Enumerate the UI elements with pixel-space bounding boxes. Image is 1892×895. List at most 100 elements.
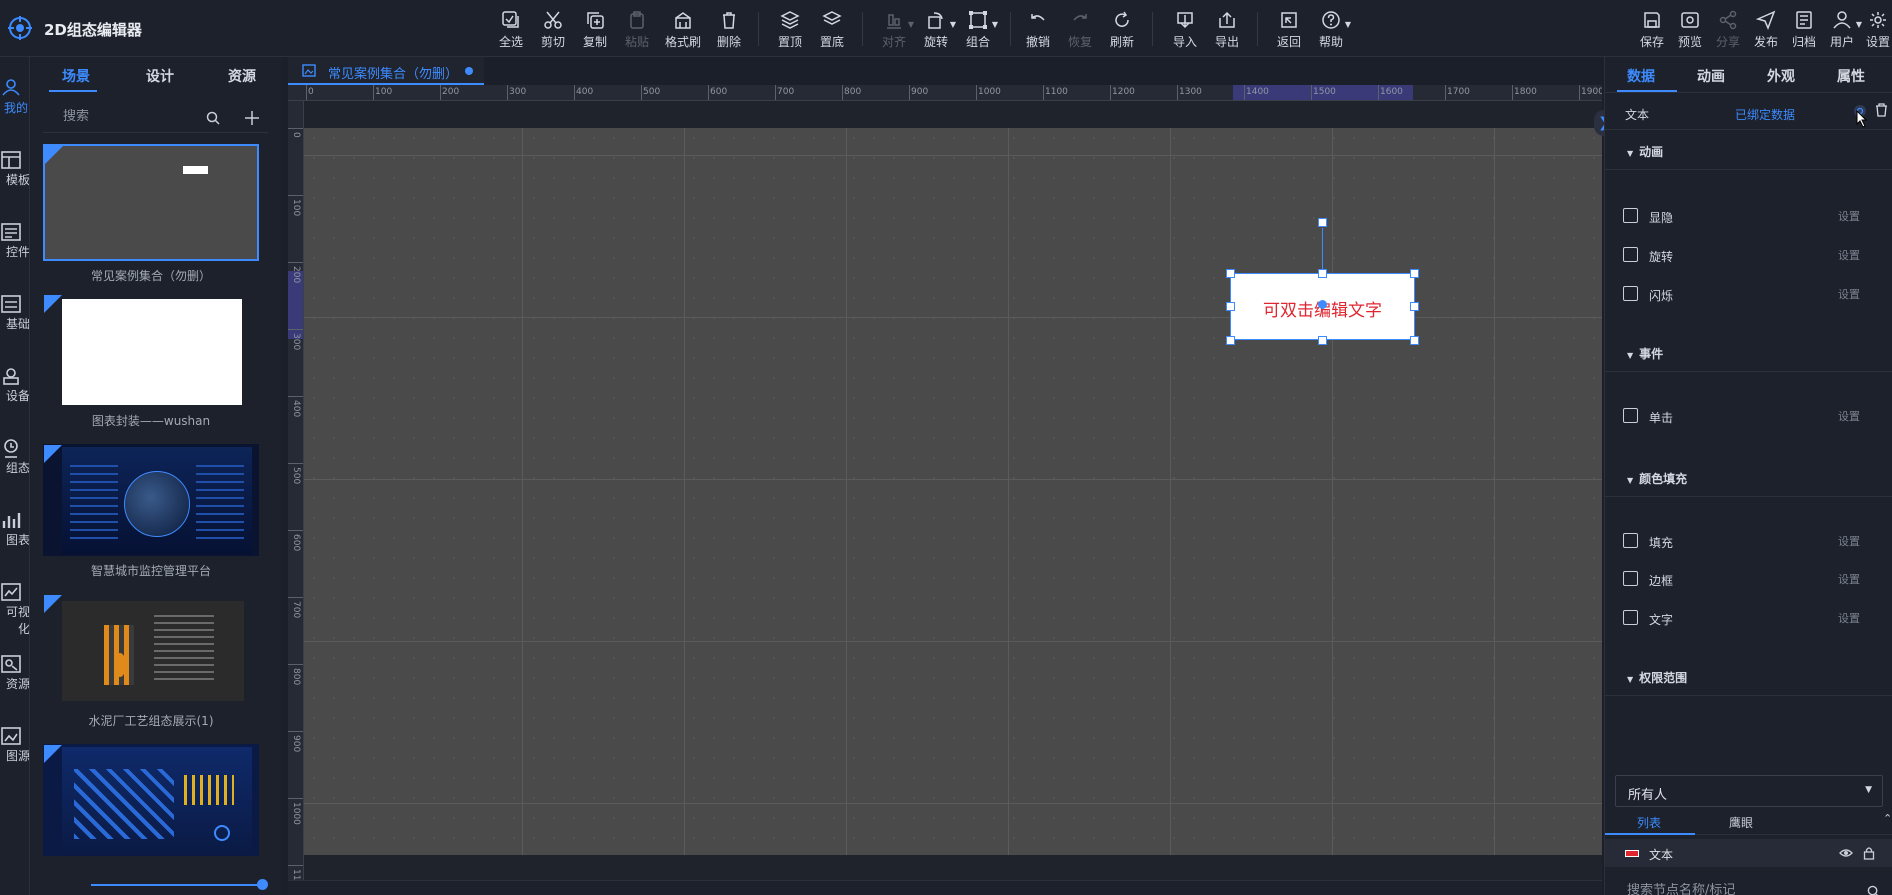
node-search-input[interactable] — [1627, 883, 1857, 895]
permission-select[interactable]: 所有人 ▼ — [1615, 775, 1883, 807]
undo-button[interactable]: 撤销 — [1016, 8, 1060, 52]
settings-button[interactable]: 设置 — [1856, 8, 1892, 52]
resize-handle-nw[interactable] — [1226, 269, 1235, 278]
ruler-tick — [1177, 85, 1178, 100]
set-button[interactable]: 设置 — [1838, 571, 1860, 587]
resize-handle-sw[interactable] — [1226, 336, 1235, 345]
set-button[interactable]: 设置 — [1838, 533, 1860, 549]
checkbox-fill[interactable] — [1623, 533, 1638, 548]
scene-caption: 图表封装——wushan — [91, 414, 211, 428]
document-tab[interactable]: 常见案例集合（勿删） — [288, 57, 484, 85]
export-button[interactable]: 导出 — [1205, 8, 1249, 52]
search-icon[interactable] — [1867, 885, 1880, 895]
tab-design[interactable]: 设计 — [146, 66, 174, 86]
delete-button[interactable]: 删除 — [707, 8, 751, 52]
layer-tree-row[interactable]: 文本 — [1605, 839, 1892, 867]
back-button[interactable]: 返回 — [1267, 8, 1311, 52]
scene-search — [43, 103, 268, 133]
nav-item-scada[interactable]: 组态 — [0, 437, 29, 476]
scene-card[interactable]: 智慧城市监控管理平台 — [43, 444, 259, 579]
refresh-button[interactable]: 刷新 — [1100, 8, 1144, 52]
import-button[interactable]: 导入 — [1163, 8, 1207, 52]
section-permission-title[interactable]: ▼ 权限范围 — [1627, 669, 1687, 686]
option-label: 旋转 — [1649, 250, 1674, 264]
format-brush-button[interactable]: 格式刷 — [661, 8, 705, 52]
bring-top-button[interactable]: 置顶 — [768, 8, 812, 52]
set-button[interactable]: 设置 — [1838, 286, 1860, 302]
tab-scenes[interactable]: 场景 — [62, 66, 90, 86]
send-bottom-button[interactable]: 置底 — [810, 8, 854, 52]
search-icon[interactable] — [206, 111, 220, 125]
add-icon[interactable] — [244, 110, 260, 126]
set-button[interactable]: 设置 — [1838, 247, 1860, 263]
nav-item-controls[interactable]: 控件 — [0, 221, 29, 260]
visualization-icon — [1, 583, 21, 601]
tab-animation[interactable]: 动画 — [1697, 66, 1725, 86]
nav-item-devices[interactable]: 设备 — [0, 365, 29, 404]
tab-eagle-eye[interactable]: 鹰眼 — [1729, 814, 1753, 831]
scene-card[interactable]: 常见案例集合（勿删） — [43, 144, 259, 284]
section-animation-title[interactable]: ▼ 动画 — [1627, 143, 1663, 160]
nav-item-visualization[interactable]: 可视化 — [0, 581, 29, 637]
left-nav: 我的 模板 控件 基础 设备 组态 图表 可视化 资源 图源 — [0, 57, 30, 895]
canvas-page[interactable] — [304, 128, 1602, 855]
tab-resources[interactable]: 资源 — [228, 66, 256, 86]
scene-corner-badge — [44, 445, 62, 463]
resize-handle-n[interactable] — [1318, 269, 1327, 278]
checkbox-rotate[interactable] — [1623, 247, 1638, 262]
resize-handle-w[interactable] — [1226, 302, 1235, 311]
nav-item-image-source[interactable]: 图源 — [0, 725, 29, 764]
nav-item-mine[interactable]: 我的 — [0, 77, 29, 116]
rotate-handle[interactable] — [1318, 218, 1327, 227]
group-button[interactable]: 组合 ▼ — [956, 8, 1000, 52]
resize-handle-se[interactable] — [1410, 336, 1419, 345]
ruler-tick — [288, 396, 303, 397]
vertical-ruler: 010020030040050060070080090010001100 — [288, 101, 304, 895]
redo-button[interactable]: 恢复 — [1058, 8, 1102, 52]
set-button[interactable]: 设置 — [1838, 610, 1860, 626]
set-button[interactable]: 设置 — [1838, 408, 1860, 424]
scene-card[interactable]: 图表封装——wushan — [43, 294, 259, 429]
ruler-tick-label: 1800 — [1514, 87, 1537, 97]
bound-data-status[interactable]: 已绑定数据 — [1735, 106, 1795, 123]
copy-button[interactable]: 复制 — [573, 8, 617, 52]
rotate-button[interactable]: 旋转 ▼ — [914, 8, 958, 52]
ruler-tick-label: 900 — [291, 735, 301, 753]
set-button[interactable]: 设置 — [1838, 208, 1860, 224]
help-button[interactable]: 帮助 ▼ — [1309, 8, 1353, 52]
nav-item-templates[interactable]: 模板 — [0, 149, 29, 188]
paste-button[interactable]: 粘贴 — [615, 8, 659, 52]
nav-item-basic[interactable]: 基础 — [0, 293, 29, 332]
eye-icon[interactable] — [1839, 847, 1853, 859]
select-all-button[interactable]: 全选 — [489, 8, 533, 52]
resize-handle-ne[interactable] — [1410, 269, 1419, 278]
slider-handle[interactable] — [257, 879, 268, 890]
checkbox-border[interactable] — [1623, 571, 1638, 586]
lock-icon[interactable] — [1863, 846, 1875, 860]
checkbox-blink[interactable] — [1623, 286, 1638, 301]
checkbox-click[interactable] — [1623, 408, 1638, 423]
align-button[interactable]: 对齐 ▼ — [872, 8, 916, 52]
expand-collapse-icon[interactable]: ⌃ — [1883, 812, 1892, 825]
nav-item-charts[interactable]: 图表 — [0, 509, 29, 548]
scene-card[interactable]: 水泥厂工艺组态展示(1) — [43, 594, 259, 729]
tab-data[interactable]: 数据 — [1627, 66, 1655, 86]
mouse-cursor-icon — [1856, 110, 1868, 128]
cut-button[interactable]: 剪切 — [531, 8, 575, 52]
section-event-title[interactable]: ▼ 事件 — [1627, 345, 1663, 362]
select-all-label: 全选 — [498, 35, 523, 49]
checkbox-text[interactable] — [1623, 610, 1638, 625]
tab-appearance[interactable]: 外观 — [1767, 66, 1795, 86]
resize-handle-s[interactable] — [1318, 336, 1327, 345]
nav-item-resources[interactable]: 资源 — [0, 653, 29, 692]
tab-properties[interactable]: 属性 — [1837, 66, 1865, 86]
checkbox-visibility[interactable] — [1623, 208, 1638, 223]
thumbnail-size-slider[interactable] — [91, 884, 261, 886]
resize-handle-e[interactable] — [1410, 302, 1419, 311]
scene-search-input[interactable] — [63, 109, 203, 124]
section-fill-title[interactable]: ▼ 颜色填充 — [1627, 470, 1687, 487]
tab-list[interactable]: 列表 — [1637, 814, 1661, 831]
scene-card[interactable] — [43, 744, 259, 856]
template-icon — [1, 151, 21, 169]
trash-icon[interactable] — [1875, 103, 1888, 117]
